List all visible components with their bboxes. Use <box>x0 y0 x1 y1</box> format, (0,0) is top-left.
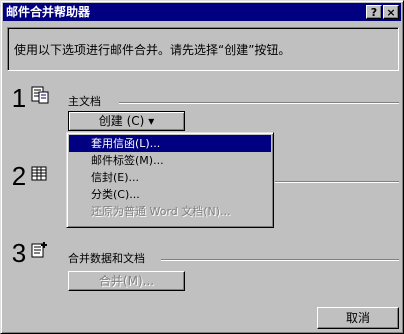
step-3-number: 3 <box>11 238 27 268</box>
main-document-icon <box>31 86 49 104</box>
cancel-button[interactable]: 取消 <box>317 307 399 329</box>
close-window-button[interactable]: × <box>383 5 399 19</box>
step-1-number: 1 <box>11 83 27 113</box>
merge-button[interactable]: 合并(M)... <box>68 271 185 291</box>
chevron-down-icon: ▾ <box>148 114 155 128</box>
instructions-panel: 使用以下选项进行邮件合并。请先选择“创建”按钮。 <box>7 27 399 71</box>
menu-item-restore-normal-document: 还原为普通 Word 文档(N)... <box>91 205 231 218</box>
menu-item-catalog[interactable]: 分类(C)... <box>69 186 271 203</box>
mail-merge-helper-dialog: 邮件合并帮助器 ? × 使用以下选项进行邮件合并。请先选择“创建”按钮。 1 主… <box>0 0 404 334</box>
data-source-icon <box>31 165 49 183</box>
step-2-divider <box>275 181 399 183</box>
create-dropdown-menu: 套用信函(L)... 邮件标签(M)... 信封(E)... 分类(C)... … <box>66 132 274 228</box>
step-2-number: 2 <box>11 161 27 191</box>
window-title: 邮件合并帮助器 <box>6 5 91 19</box>
menu-item-form-letters[interactable]: 套用信函(L)... <box>69 135 271 152</box>
help-button[interactable]: ? <box>366 5 382 19</box>
menu-item-envelopes[interactable]: 信封(E)... <box>69 169 271 186</box>
step-3-divider <box>161 259 399 261</box>
step-1-divider <box>119 102 399 104</box>
merge-icon <box>31 241 49 259</box>
title-bar[interactable]: 邮件合并帮助器 ? × <box>3 3 401 21</box>
create-button[interactable]: 创建 (C) ▾ <box>68 111 185 131</box>
main-document-label: 主文档 <box>68 95 101 108</box>
instructions-text: 使用以下选项进行邮件合并。请先选择“创建”按钮。 <box>14 43 291 57</box>
menu-item-mailing-labels[interactable]: 邮件标签(M)... <box>69 152 271 169</box>
create-button-label: 创建 <box>98 114 123 128</box>
merge-label: 合并数据和文档 <box>68 252 145 265</box>
create-button-accelerator: (C) <box>126 114 145 128</box>
